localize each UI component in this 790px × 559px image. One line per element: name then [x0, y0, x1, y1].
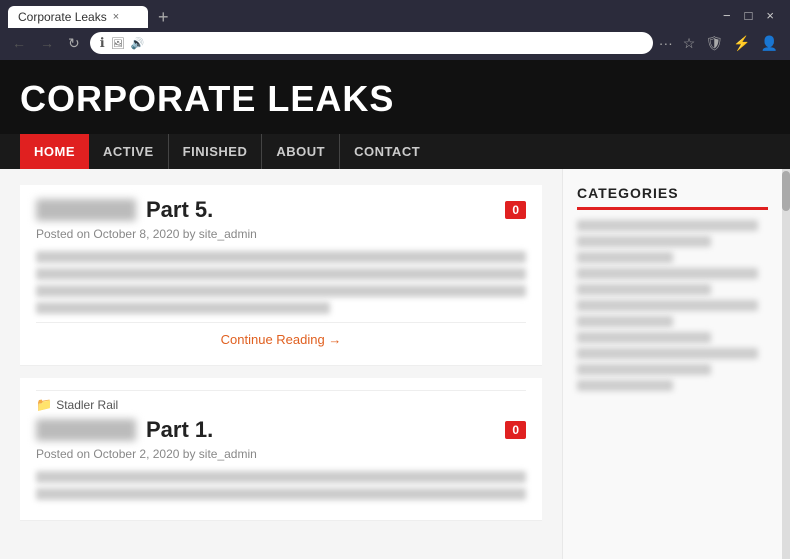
content-area: Part 5. 0 Posted on October 8, 2020 by s… — [0, 169, 562, 559]
scrollbar-track[interactable] — [782, 169, 790, 559]
post-2-comment-count[interactable]: 0 — [505, 421, 526, 439]
post-1-excerpt — [36, 251, 526, 314]
sidebar-cat-1 — [577, 220, 758, 231]
post-2-meta: Posted on October 2, 2020 by site_admin — [36, 447, 526, 461]
bookmark-icon[interactable]: ☆ — [683, 35, 696, 52]
site-header: CORPORATE LEAKS — [0, 60, 790, 134]
scrollbar-thumb[interactable] — [782, 171, 790, 211]
post-2: 📁 Stadler Rail Part 1. 0 Posted on Octob… — [20, 378, 542, 521]
sidebar-cat-8 — [577, 332, 711, 343]
account-icon[interactable]: 👤 — [761, 35, 778, 52]
excerpt-2-line-1 — [36, 471, 526, 483]
post-2-blurred-name — [36, 419, 136, 441]
shield-icon[interactable]: 🛡 — [705, 35, 723, 52]
nav-contact[interactable]: CONTACT — [340, 134, 434, 169]
post-1-continue: Continue Reading → — [36, 322, 526, 353]
sidebar: CATEGORIES — [562, 169, 782, 559]
sidebar-cat-2 — [577, 236, 711, 247]
post-1-comment-count[interactable]: 0 — [505, 201, 526, 219]
extension-icon[interactable]: ⚡ — [733, 35, 750, 52]
new-tab-button[interactable]: + — [152, 7, 175, 28]
refresh-button[interactable]: ↻ — [64, 33, 84, 54]
nav-finished[interactable]: FINISHED — [169, 134, 263, 169]
active-tab[interactable]: Corporate Leaks × — [8, 6, 148, 28]
post-1-title[interactable]: Part 5. — [146, 197, 213, 223]
tab-close-button[interactable]: × — [113, 11, 119, 23]
post-1-meta: Posted on October 8, 2020 by site_admin — [36, 227, 526, 241]
site-title: CORPORATE LEAKS — [20, 78, 770, 120]
sidebar-cat-7 — [577, 316, 673, 327]
restore-button[interactable]: □ — [745, 8, 753, 23]
tab-bar: Corporate Leaks × + − □ × — [0, 0, 790, 28]
excerpt-line-2 — [36, 268, 526, 280]
sidebar-cat-3 — [577, 252, 673, 263]
continue-reading-link[interactable]: Continue Reading → — [221, 332, 342, 347]
excerpt-2-line-2 — [36, 488, 526, 500]
site-nav: HOME ACTIVE FINISHED ABOUT CONTACT — [0, 134, 790, 169]
nav-about[interactable]: ABOUT — [262, 134, 340, 169]
folder-icon: 📁 — [36, 397, 52, 413]
tab-title: Corporate Leaks — [18, 10, 107, 24]
post-2-category-label[interactable]: Stadler Rail — [56, 398, 118, 412]
website-content: CORPORATE LEAKS HOME ACTIVE FINISHED ABO… — [0, 60, 790, 559]
sidebar-cat-4 — [577, 268, 758, 279]
sidebar-cat-10 — [577, 364, 711, 375]
nav-home[interactable]: HOME — [20, 134, 89, 169]
sidebar-cat-9 — [577, 348, 758, 359]
forward-button[interactable]: → — [36, 33, 58, 53]
menu-dots-icon[interactable]: ··· — [659, 35, 673, 51]
sidebar-cat-11 — [577, 380, 673, 391]
nav-active[interactable]: ACTIVE — [89, 134, 169, 169]
address-bar[interactable]: ℹ 🖼 🔊 — [90, 32, 653, 54]
excerpt-line-3 — [36, 285, 526, 297]
post-1-title-row: Part 5. 0 — [36, 197, 526, 223]
post-1-blurred-name — [36, 199, 136, 221]
post-2-excerpt — [36, 471, 526, 500]
excerpt-line-4 — [36, 302, 330, 314]
address-bar-row: ← → ↻ ℹ 🖼 🔊 ··· ☆ 🛡 ⚡ 👤 — [0, 28, 790, 60]
categories-title: CATEGORIES — [577, 185, 768, 210]
back-button[interactable]: ← — [8, 33, 30, 53]
main-content: Part 5. 0 Posted on October 8, 2020 by s… — [0, 169, 790, 559]
sidebar-cat-6 — [577, 300, 758, 311]
browser-chrome: Corporate Leaks × + − □ × ← → ↻ ℹ 🖼 🔊 ··… — [0, 0, 790, 60]
sidebar-cat-5 — [577, 284, 711, 295]
post-2-title-row: Part 1. 0 — [36, 417, 526, 443]
browser-icons: ··· ☆ 🛡 ⚡ 👤 — [659, 35, 782, 52]
window-controls: − □ × — [723, 8, 782, 27]
post-2-category: 📁 Stadler Rail — [36, 390, 526, 417]
close-button[interactable]: × — [766, 8, 774, 23]
minimize-button[interactable]: − — [723, 8, 731, 23]
excerpt-line-1 — [36, 251, 526, 263]
post-2-title[interactable]: Part 1. — [146, 417, 213, 443]
post-1: Part 5. 0 Posted on October 8, 2020 by s… — [20, 185, 542, 366]
